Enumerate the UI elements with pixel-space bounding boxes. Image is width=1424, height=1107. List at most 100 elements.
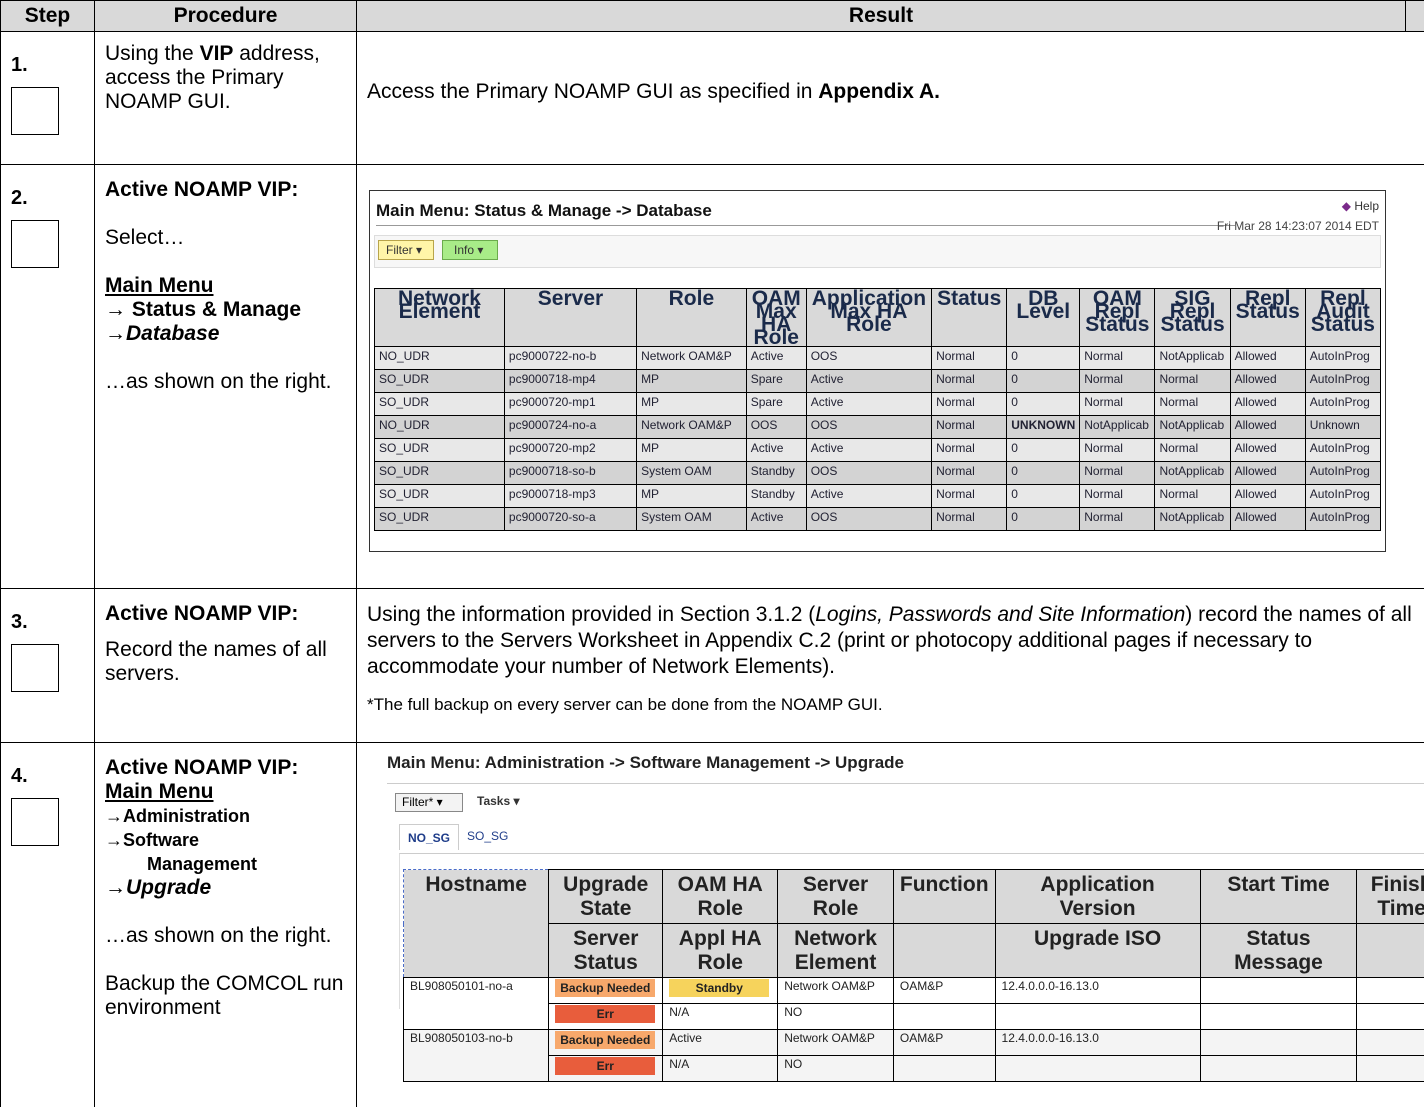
- table-cell: OOS: [805, 507, 933, 531]
- table-cell: Spare: [745, 392, 807, 416]
- oam-ha-badge: Standby: [669, 979, 770, 997]
- tab-so-sg[interactable]: SO_SG: [467, 829, 508, 843]
- column-header[interactable]: DB Level: [1006, 288, 1081, 347]
- column-header[interactable]: Role: [636, 288, 747, 347]
- table-cell: pc9000720-so-a: [503, 507, 638, 531]
- step-number: 1.: [11, 54, 28, 76]
- table-cell: pc9000724-no-a: [503, 415, 638, 439]
- step-number: 3.: [11, 611, 28, 633]
- table-cell: OOS: [805, 415, 933, 439]
- upgrade-screenshot: Main Menu: Administration -> Software Ma…: [387, 753, 1424, 1082]
- page-title: Main Menu: Administration -> Software Ma…: [387, 753, 904, 772]
- filter-button[interactable]: Filter* ▾: [395, 793, 463, 812]
- procedure-cell: Using the VIP address, access the Primar…: [94, 31, 357, 165]
- procedure-cell: Active NOAMP VIP: Main Menu →Administrat…: [94, 742, 357, 1107]
- server-status-badge: Err: [555, 1005, 656, 1023]
- column-header[interactable]: Repl Status: [1229, 288, 1306, 347]
- table-cell: SO_UDR: [374, 461, 505, 485]
- table-cell: 0: [1006, 438, 1081, 462]
- table-row[interactable]: SO_UDR pc9000720-mp1 MP Spare Active Normal 0 N…: [374, 392, 1382, 416]
- result-cell: Main Menu: Administration -> Software Ma…: [356, 742, 1424, 1107]
- table-cell: NO_UDR: [374, 346, 505, 370]
- column-header[interactable]: Server: [503, 288, 638, 347]
- table-row[interactable]: BL908050103-no-b Backup Needed Active Ne…: [402, 1029, 1424, 1082]
- table-cell: Allowed: [1229, 484, 1306, 508]
- backup-note: *The full backup on every server can be …: [367, 695, 883, 714]
- info-button[interactable]: Info ▾: [442, 240, 498, 260]
- step-row-2: 2. Active NOAMP VIP: Select… Main Menu →…: [0, 164, 1424, 589]
- table-cell: Allowed: [1229, 507, 1306, 531]
- table-cell: MP: [636, 369, 747, 393]
- help-link[interactable]: ◆ Help: [1342, 199, 1379, 213]
- column-header[interactable]: Status: [931, 288, 1008, 347]
- toolbar: Filter ▾ Info ▾: [374, 235, 1381, 268]
- help-icon: ◆: [1341, 199, 1351, 213]
- step-checkbox[interactable]: [11, 798, 59, 846]
- table-cell: Allowed: [1229, 369, 1306, 393]
- table-cell: pc9000720-mp1: [503, 392, 638, 416]
- step-header: Step: [0, 0, 95, 32]
- table-cell: Normal: [931, 346, 1008, 370]
- result-cell: Access the Primary NOAMP GUI as specifie…: [356, 31, 1424, 165]
- table-cell: System OAM: [636, 461, 747, 485]
- upgrade-state-badge: Backup Needed: [555, 979, 656, 997]
- step-row-4: 4. Active NOAMP VIP: Main Menu →Administ…: [0, 742, 1424, 1107]
- table-cell: Network OAM&P: [636, 346, 747, 370]
- procedure-header: Procedure: [94, 0, 357, 32]
- table-cell: Normal: [931, 392, 1008, 416]
- table-row[interactable]: SO_UDR pc9000718-mp4 MP Spare Active Normal 0 N…: [374, 369, 1382, 393]
- table-cell: AutoInProg: [1304, 461, 1382, 485]
- table-cell: SO_UDR: [374, 484, 505, 508]
- table-row[interactable]: SO_UDR pc9000718-so-b System OAM Standby OOS…: [374, 461, 1382, 485]
- table-cell: AutoInProg: [1304, 438, 1382, 462]
- procedure-cell: Active NOAMP VIP: Record the names of al…: [94, 588, 357, 743]
- step-row-3: 3. Active NOAMP VIP: Record the names of…: [0, 588, 1424, 743]
- tasks-menu[interactable]: Tasks ▾: [477, 794, 520, 808]
- table-cell: pc9000718-mp3: [503, 484, 638, 508]
- procedure-cell: Active NOAMP VIP: Select… Main Menu → St…: [94, 164, 357, 589]
- table-row[interactable]: NO_UDR pc9000722-no-b Network OAM&P Active O…: [374, 346, 1382, 370]
- table-cell: Normal: [1079, 438, 1156, 462]
- table-cell: Normal: [931, 369, 1008, 393]
- table-cell: Normal: [1079, 461, 1156, 485]
- column-header[interactable]: Application Max HA Role: [805, 288, 933, 347]
- table-row[interactable]: Err N/A NO: [403, 1055, 1424, 1082]
- datetime: Fri Mar 28 14:23:07 2014 EDT: [1216, 219, 1379, 233]
- table-cell: NotApplicab: [1154, 507, 1231, 531]
- table-row[interactable]: SO_UDR pc9000720-mp2 MP Active Active Normal 0…: [374, 438, 1382, 462]
- step-number: 4.: [11, 765, 28, 787]
- table-cell: Normal: [931, 415, 1008, 439]
- step-checkbox[interactable]: [11, 220, 59, 268]
- table-row[interactable]: SO_UDR pc9000720-so-a System OAM Active OOS N…: [374, 507, 1382, 531]
- filter-button[interactable]: Filter ▾: [378, 240, 434, 260]
- table-cell: Normal: [1079, 484, 1156, 508]
- table-cell: Allowed: [1229, 415, 1306, 439]
- step-row-1: 1. Using the VIP address, access the Pri…: [0, 31, 1424, 165]
- table-row[interactable]: BL908050101-no-a Backup Needed Standby N…: [402, 977, 1424, 1030]
- table-cell: pc9000722-no-b: [503, 346, 638, 370]
- table-cell: pc9000718-mp4: [503, 369, 638, 393]
- table-cell: Normal: [931, 484, 1008, 508]
- table-cell: Normal: [931, 507, 1008, 531]
- step-checkbox[interactable]: [11, 644, 59, 692]
- table-cell: MP: [636, 392, 747, 416]
- column-header[interactable]: Network Element: [374, 288, 505, 347]
- column-header[interactable]: OAM Max HA Role: [745, 288, 807, 348]
- column-header[interactable]: SIG Repl Status: [1154, 288, 1231, 347]
- tab-no-sg[interactable]: NO_SG: [399, 824, 460, 850]
- table-cell: Spare: [745, 369, 807, 393]
- menu-path-main: Main Menu: [105, 274, 214, 297]
- column-header[interactable]: Repl Audit Status: [1304, 288, 1382, 347]
- server-status-badge: Err: [555, 1057, 656, 1075]
- table-row[interactable]: SO_UDR pc9000718-mp3 MP Standby Active Normal…: [374, 484, 1382, 508]
- step-number: 2.: [11, 187, 28, 209]
- table-cell: SO_UDR: [374, 438, 505, 462]
- table-cell: Allowed: [1229, 392, 1306, 416]
- step-checkbox[interactable]: [11, 87, 59, 135]
- table-row[interactable]: Err N/A NO: [404, 1003, 1424, 1030]
- table-cell: Normal: [1079, 507, 1156, 531]
- table-row[interactable]: NO_UDR pc9000724-no-a Network OAM&P OOS OOS N…: [374, 415, 1382, 439]
- column-header[interactable]: OAM Repl Status: [1079, 288, 1156, 347]
- database-table: Network Element Server Role OAM Max HA Role…: [374, 288, 1382, 531]
- table-cell: NotApplicab: [1154, 461, 1231, 485]
